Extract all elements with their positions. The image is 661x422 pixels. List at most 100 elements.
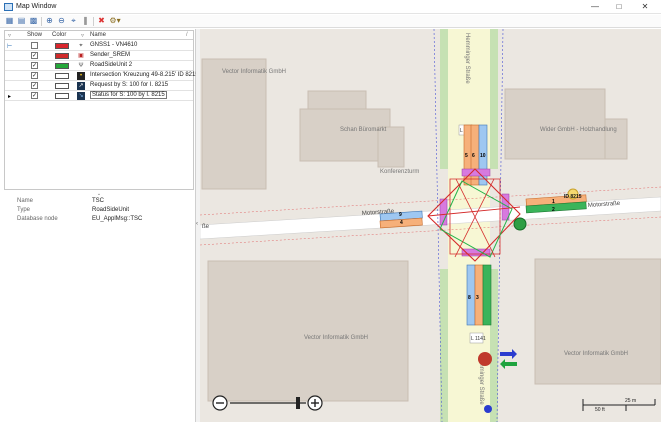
layer-name: Intersection 'Kreuzung 49-8.215' ID 8215 (90, 72, 199, 78)
color-swatch[interactable] (55, 93, 69, 99)
building (504, 88, 606, 160)
map-view[interactable]: Hemminger Straße Hemminger Straße Motors… (200, 29, 661, 422)
lane-number: 8 (468, 295, 471, 301)
layer-row[interactable]: ✓ ▣ Sender_SREM (5, 51, 193, 61)
vehicle-marker[interactable] (478, 352, 492, 366)
place-label: Wider GmbH - Holzhandlung (540, 127, 617, 133)
lane-number: 5 (465, 153, 468, 159)
column-color[interactable]: Color (52, 32, 66, 38)
property-key: Type (17, 207, 31, 213)
property-grid: Name TSC Type RoadSideUnit Database node… (4, 197, 194, 237)
lane-number: 2 (552, 207, 555, 213)
layer-row[interactable]: ✓ Ψ RoadSideUnit 2 (5, 61, 193, 71)
request-icon: ↗ (77, 82, 85, 90)
street-label: Hemminger Straße (464, 33, 470, 84)
place-label: Schan Büromarkt (340, 127, 387, 133)
property-key: Name (17, 198, 34, 204)
open-icon[interactable]: ▤ (16, 16, 27, 26)
map-window-icon (4, 3, 13, 11)
status-icon: ↘ (77, 92, 85, 100)
column-name[interactable]: Name (90, 32, 106, 38)
layer-row[interactable]: ✓ ↗ Request by S: 100 for I. 8215 (5, 81, 193, 91)
layer-row-selected[interactable]: ▸ ✓ ↘ Status for S: 100 by I. 8215 (5, 91, 193, 101)
show-checkbox[interactable]: ✓ (31, 62, 38, 69)
property-value: TSC (92, 198, 104, 204)
intersection-id: ID 8215 (564, 194, 582, 200)
lane-number: 4 (400, 220, 403, 226)
pause-icon[interactable]: ❚ (80, 16, 91, 26)
close-window-button[interactable]: ✕ (634, 1, 656, 13)
layer-row[interactable]: ✓ • Intersection 'Kreuzung 49-8.215' ID … (5, 71, 199, 81)
zoom-slider-thumb[interactable] (296, 397, 300, 409)
layer-grid: ▿ Show Color ▿ Name / ⊢ ⌖ GNSS1 - VN4610… (4, 30, 199, 190)
zoom-fit-icon[interactable]: ⌖ (68, 16, 79, 26)
street-label: ße (202, 224, 210, 230)
row-pointer-icon: ▸ (8, 94, 12, 100)
color-swatch[interactable] (55, 53, 69, 59)
car-icon: ▣ (78, 53, 84, 59)
show-checkbox[interactable] (31, 42, 38, 49)
show-checkbox[interactable]: ✓ (31, 82, 38, 89)
place-label: Vector Informatik GmbH (222, 69, 286, 75)
building (207, 260, 409, 402)
name-filter-icon[interactable]: ▿ (81, 32, 84, 39)
lane-number: 3 (476, 295, 479, 301)
show-checkbox[interactable]: ✓ (31, 52, 38, 59)
connect-icon: ⊢ (7, 44, 13, 50)
collapse-left-icon[interactable]: ‹ (196, 221, 198, 227)
property-key: Database node (17, 216, 58, 222)
show-checkbox[interactable]: ✓ (31, 92, 38, 99)
toolbar: ▦ ▤ ▩ ⊕ ⊖ ⌖ ❚ ✖ ⚙▾ (0, 15, 661, 28)
layer-name: Sender_SREM (90, 52, 131, 58)
layers-icon[interactable]: ▦ (4, 16, 15, 26)
save-icon[interactable]: ▩ (28, 16, 39, 26)
color-swatch[interactable] (55, 63, 69, 69)
traffic-light-icon: • (77, 72, 85, 80)
property-row[interactable]: Type RoadSideUnit (4, 206, 194, 215)
layer-panel: ▿ Show Color ▿ Name / ⊢ ⌖ GNSS1 - VN4610… (0, 29, 199, 422)
color-swatch[interactable] (55, 73, 69, 79)
rsu-marker[interactable] (513, 217, 527, 231)
maximize-button[interactable]: □ (608, 1, 630, 13)
lane-box[interactable] (482, 264, 492, 326)
layer-name: GNSS1 - VN4610 (90, 42, 138, 48)
property-value: RoadSideUnit (92, 207, 130, 213)
show-checkbox[interactable]: ✓ (31, 72, 38, 79)
scale-meters: 25 m (625, 398, 636, 404)
lane-number: 1 (552, 199, 555, 205)
place-label: Vector Informatik GmbH (564, 351, 628, 357)
column-edit-icon[interactable]: / (186, 32, 188, 38)
color-swatch[interactable] (55, 83, 69, 89)
building (377, 126, 405, 168)
column-show[interactable]: Show (27, 32, 42, 38)
building (534, 258, 661, 385)
lane-label: L 1141 (471, 336, 486, 342)
property-row[interactable]: Database node EU_ApplMsg::TSC (4, 215, 194, 224)
lane-number: 6 (472, 153, 475, 159)
building (604, 118, 628, 160)
title-bar: Map Window — □ ✕ (0, 0, 661, 14)
scale-feet: 50 ft (595, 407, 605, 413)
grid-header: ▿ Show Color ▿ Name / (5, 31, 193, 40)
place-label: Konferenzturm (380, 169, 419, 175)
zoom-out-icon[interactable]: ⊖ (56, 16, 67, 26)
close-icon[interactable]: ✖ (96, 16, 107, 26)
property-row[interactable]: Name TSC (4, 197, 194, 206)
lane-number: 10 (480, 153, 486, 159)
color-swatch[interactable] (55, 43, 69, 49)
place-label: Vector Informatik GmbH (304, 335, 368, 341)
layer-row[interactable]: ⊢ ⌖ GNSS1 - VN4610 (5, 41, 193, 51)
layer-name: Request by S: 100 for I. 8215 (90, 82, 169, 88)
filter-icon[interactable]: ▿ (8, 32, 11, 39)
zoom-in-icon[interactable]: ⊕ (44, 16, 55, 26)
lane-number: 9 (399, 212, 402, 218)
property-value: EU_ApplMsg::TSC (92, 216, 143, 222)
window-title: Map Window (16, 3, 57, 10)
minimize-button[interactable]: — (584, 1, 606, 13)
antenna-icon: Ψ (78, 63, 84, 69)
gnss-icon: ⌖ (79, 43, 83, 49)
gnss-marker[interactable] (484, 405, 492, 413)
building (201, 58, 267, 190)
layer-name: RoadSideUnit 2 (90, 62, 133, 68)
settings-icon[interactable]: ⚙▾ (108, 16, 122, 26)
